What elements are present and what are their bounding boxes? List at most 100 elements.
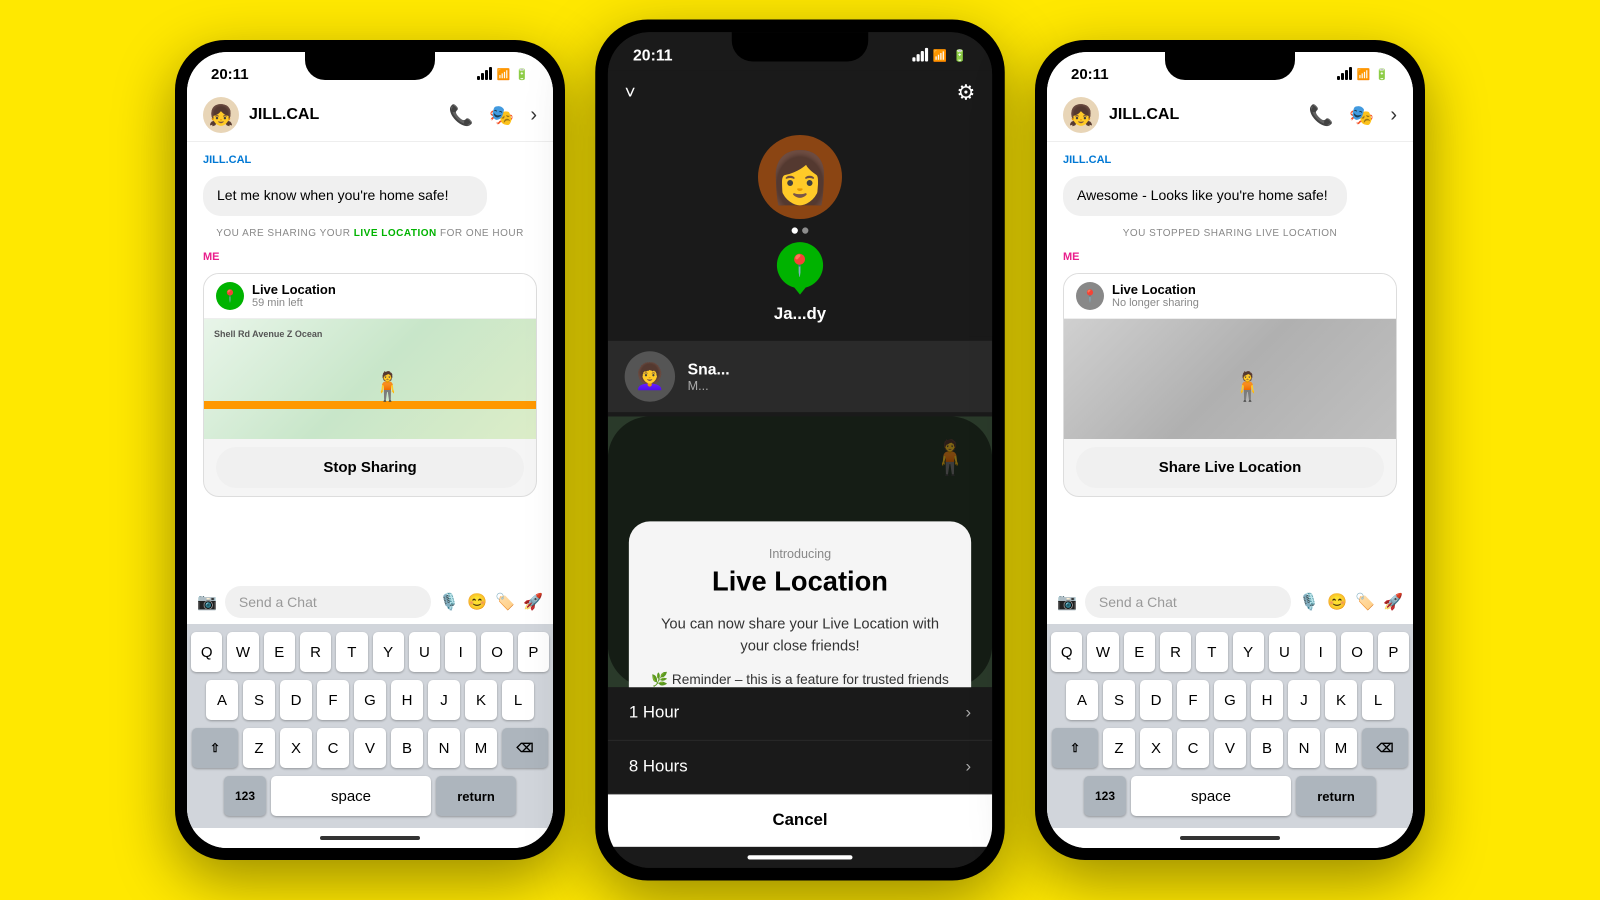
camera-icon-left[interactable]: 📷 xyxy=(197,592,217,612)
key-u-left[interactable]: U xyxy=(409,632,440,672)
key-b-right[interactable]: B xyxy=(1251,728,1283,768)
chat-input-right[interactable]: Send a Chat xyxy=(1085,586,1291,618)
key-f-right[interactable]: F xyxy=(1177,680,1209,720)
key-m-right[interactable]: M xyxy=(1325,728,1357,768)
mic-icon-right[interactable]: 🎙️ xyxy=(1299,592,1319,612)
dark-header-middle: ˅ ⚙ xyxy=(608,71,992,114)
share-live-location-button[interactable]: Share Live Location xyxy=(1076,447,1384,488)
key-h-left[interactable]: H xyxy=(391,680,423,720)
snap-icon-right[interactable]: 🎭 xyxy=(1349,103,1374,128)
emoji-icon-right[interactable]: 😊 xyxy=(1327,592,1347,612)
key-p-right[interactable]: P xyxy=(1378,632,1409,672)
key-v-left[interactable]: V xyxy=(354,728,386,768)
key-x-left[interactable]: X xyxy=(280,728,312,768)
battery-icon-left: 🔋 xyxy=(515,68,529,81)
location-card-left[interactable]: 📍 Live Location 59 min left Shell Rd Ave… xyxy=(203,273,537,497)
chevron-icon-right[interactable]: › xyxy=(1390,104,1397,127)
key-w-left[interactable]: W xyxy=(227,632,258,672)
key-f-left[interactable]: F xyxy=(317,680,349,720)
phone-icon-right[interactable]: 📞 xyxy=(1309,103,1334,128)
num-key-left[interactable]: 123 xyxy=(224,776,266,816)
key-r-left[interactable]: R xyxy=(300,632,331,672)
space-key-left[interactable]: space xyxy=(271,776,431,816)
key-c-left[interactable]: C xyxy=(317,728,349,768)
key-d-right[interactable]: D xyxy=(1140,680,1172,720)
key-p-left[interactable]: P xyxy=(518,632,549,672)
key-w-right[interactable]: W xyxy=(1087,632,1118,672)
key-z-right[interactable]: Z xyxy=(1103,728,1135,768)
key-s-right[interactable]: S xyxy=(1103,680,1135,720)
snap-icon-left[interactable]: 🎭 xyxy=(489,103,514,128)
location-card-right[interactable]: 📍 Live Location No longer sharing 🧍 Shar… xyxy=(1063,273,1397,497)
key-z-left[interactable]: Z xyxy=(243,728,275,768)
key-k-right[interactable]: K xyxy=(1325,680,1357,720)
location-title-left: Live Location xyxy=(252,282,336,297)
option-1-hour[interactable]: 1 Hour › xyxy=(608,687,992,741)
backspace-key-left[interactable]: ⌫ xyxy=(502,728,548,768)
sender-name-right-1: JILL.CAL xyxy=(1063,154,1397,166)
key-t-right[interactable]: T xyxy=(1196,632,1227,672)
key-g-right[interactable]: G xyxy=(1214,680,1246,720)
key-d-left[interactable]: D xyxy=(280,680,312,720)
key-j-right[interactable]: J xyxy=(1288,680,1320,720)
key-c-right[interactable]: C xyxy=(1177,728,1209,768)
key-k-left[interactable]: K xyxy=(465,680,497,720)
mic-icon-left[interactable]: 🎙️ xyxy=(439,592,459,612)
live-location-link-left: LIVE LOCATION xyxy=(354,228,437,239)
num-key-right[interactable]: 123 xyxy=(1084,776,1126,816)
bitmoji-icon-right[interactable]: 🚀 xyxy=(1383,592,1403,612)
kbd-row-2-right: A S D F G H J K L xyxy=(1051,680,1409,720)
key-x-right[interactable]: X xyxy=(1140,728,1172,768)
key-e-left[interactable]: E xyxy=(264,632,295,672)
key-i-right[interactable]: I xyxy=(1305,632,1336,672)
me-label-right: ME xyxy=(1063,251,1397,263)
key-h-right[interactable]: H xyxy=(1251,680,1283,720)
key-q-right[interactable]: Q xyxy=(1051,632,1082,672)
key-v-right[interactable]: V xyxy=(1214,728,1246,768)
chat-content-right: JILL.CAL Awesome - Looks like you're hom… xyxy=(1047,142,1413,580)
space-key-right[interactable]: space xyxy=(1131,776,1291,816)
return-key-right[interactable]: return xyxy=(1296,776,1376,816)
key-n-right[interactable]: N xyxy=(1288,728,1320,768)
key-y-right[interactable]: Y xyxy=(1233,632,1264,672)
gear-icon-middle[interactable]: ⚙ xyxy=(957,79,976,105)
key-q-left[interactable]: Q xyxy=(191,632,222,672)
key-t-left[interactable]: T xyxy=(336,632,367,672)
key-e-right[interactable]: E xyxy=(1124,632,1155,672)
key-r-right[interactable]: R xyxy=(1160,632,1191,672)
key-u-right[interactable]: U xyxy=(1269,632,1300,672)
key-s-left[interactable]: S xyxy=(243,680,275,720)
sticker-icon-left[interactable]: 🏷️ xyxy=(495,592,515,612)
option-8-hours[interactable]: 8 Hours › xyxy=(608,741,992,795)
modal-card: Introducing Live Location You can now sh… xyxy=(629,521,971,687)
green-dot-left: 📍 xyxy=(216,282,244,310)
emoji-icon-left[interactable]: 😊 xyxy=(467,592,487,612)
key-m-left[interactable]: M xyxy=(465,728,497,768)
sticker-icon-right[interactable]: 🏷️ xyxy=(1355,592,1375,612)
key-o-right[interactable]: O xyxy=(1341,632,1372,672)
camera-icon-right[interactable]: 📷 xyxy=(1057,592,1077,612)
map-bitmoji-right: 🧍 xyxy=(1230,370,1265,403)
chevron-icon-left[interactable]: › xyxy=(530,104,537,127)
phone-icon-left[interactable]: 📞 xyxy=(449,103,474,128)
key-y-left[interactable]: Y xyxy=(373,632,404,672)
key-l-right[interactable]: L xyxy=(1362,680,1394,720)
key-l-left[interactable]: L xyxy=(502,680,534,720)
bitmoji-icon-left[interactable]: 🚀 xyxy=(523,592,543,612)
key-a-left[interactable]: A xyxy=(206,680,238,720)
cancel-button-middle[interactable]: Cancel xyxy=(608,794,992,847)
shift-key-left[interactable]: ⇧ xyxy=(192,728,238,768)
shift-key-right[interactable]: ⇧ xyxy=(1052,728,1098,768)
key-i-left[interactable]: I xyxy=(445,632,476,672)
key-o-left[interactable]: O xyxy=(481,632,512,672)
return-key-left[interactable]: return xyxy=(436,776,516,816)
key-j-left[interactable]: J xyxy=(428,680,460,720)
backspace-key-right[interactable]: ⌫ xyxy=(1362,728,1408,768)
down-arrow-icon-middle[interactable]: ˅ xyxy=(625,81,636,103)
chat-input-left[interactable]: Send a Chat xyxy=(225,586,431,618)
stop-sharing-button[interactable]: Stop Sharing xyxy=(216,447,524,488)
key-n-left[interactable]: N xyxy=(428,728,460,768)
key-b-left[interactable]: B xyxy=(391,728,423,768)
key-a-right[interactable]: A xyxy=(1066,680,1098,720)
key-g-left[interactable]: G xyxy=(354,680,386,720)
